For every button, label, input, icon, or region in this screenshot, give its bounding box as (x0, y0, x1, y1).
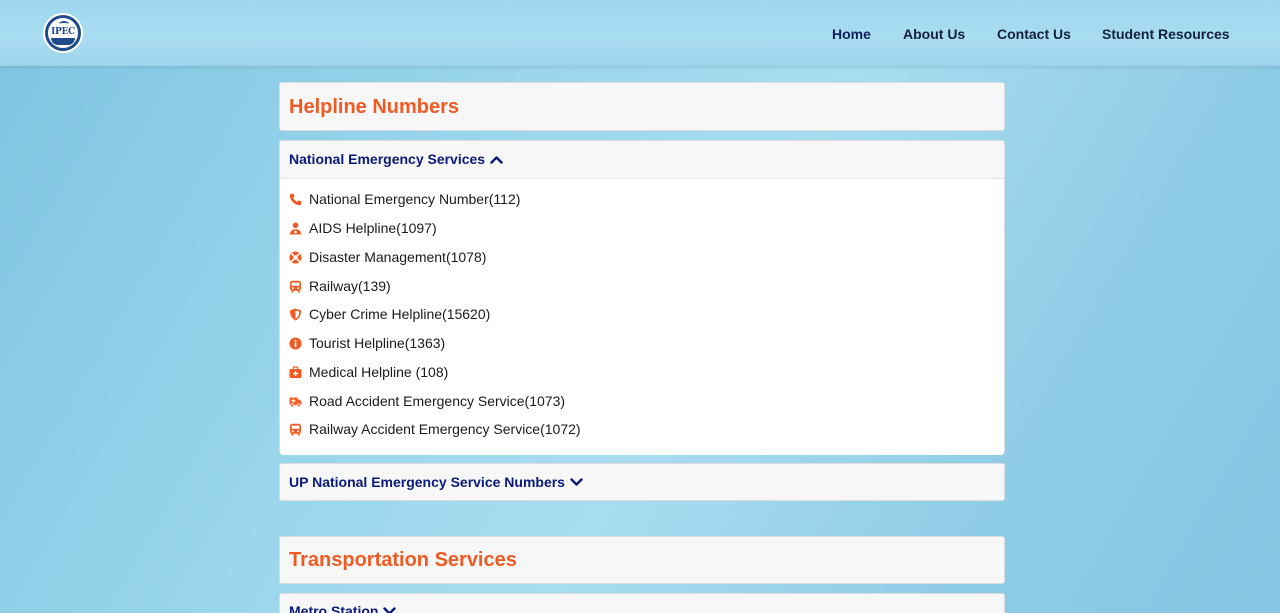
list-item: Road Accident Emergency Service(1073) (289, 393, 565, 413)
train-icon (289, 280, 302, 294)
list-item: Railway(139) (289, 278, 391, 298)
up-emergency-header-label: UP National Emergency Service Numbers (289, 474, 565, 490)
list-item-label: Road Accident Emergency Service(1073) (309, 393, 566, 409)
metro-station-header[interactable]: Metro Station (289, 603, 397, 613)
helpline-section-title: Helpline Numbers (289, 96, 460, 118)
logo-wave-mark (51, 38, 75, 45)
ipec-logo[interactable]: IPEC (43, 13, 83, 53)
chevron-down-icon (570, 474, 583, 490)
logo-text: IPEC (51, 27, 75, 37)
nav-contact-link[interactable]: Contact Us (997, 26, 1071, 42)
nav-student-resources-link[interactable]: Student Resources (1102, 26, 1230, 42)
list-item: AIDS Helpline(1097) (289, 220, 437, 240)
metro-station-header-label: Metro Station (289, 603, 379, 613)
up-emergency-header[interactable]: UP National Emergency Service Numbers (289, 474, 583, 490)
national-emergency-header-label: National Emergency Services (289, 151, 486, 167)
medical-kit-icon (289, 366, 302, 379)
list-item: Medical Helpline (108) (289, 364, 448, 384)
list-item-label: Disaster Management(1078) (309, 249, 487, 265)
list-item: National Emergency Number(112) (289, 191, 520, 211)
list-item-label: Medical Helpline (108) (309, 364, 449, 380)
list-item: Railway Accident Emergency Service(1072) (289, 421, 581, 441)
list-item-label: Tourist Helpline(1363) (309, 335, 446, 351)
list-item-label: Railway(139) (309, 278, 391, 294)
shield-icon (289, 308, 302, 321)
train-icon (289, 423, 302, 437)
top-navbar: IPEC Home About Us Contact Us Student Re… (0, 0, 1280, 66)
list-item: Tourist Helpline(1363) (289, 335, 445, 355)
list-item-label: Cyber Crime Helpline(15620) (309, 306, 491, 322)
helpline-title-card: Helpline Numbers (279, 82, 1005, 131)
chevron-down-icon (383, 603, 397, 613)
life-ring-icon (289, 251, 302, 264)
national-emergency-list: National Emergency Number(112) AIDS Help… (280, 178, 1004, 455)
nav-about-link[interactable]: About Us (903, 26, 965, 42)
national-emergency-accordion: National Emergency Services National Eme… (279, 140, 1005, 455)
transport-section-title: Transportation Services (289, 549, 517, 571)
list-item: Disaster Management(1078) (289, 249, 486, 269)
list-item-label: Railway Accident Emergency Service(1072) (309, 421, 581, 437)
ambulance-icon (289, 395, 302, 408)
user-doctor-icon (289, 222, 302, 235)
phone-icon (289, 193, 302, 206)
info-icon (289, 337, 302, 350)
list-item: Cyber Crime Helpline(15620) (289, 306, 490, 326)
list-item-label: National Emergency Number(112) (309, 191, 521, 207)
metro-station-accordion: Metro Station (279, 593, 1005, 613)
national-emergency-header[interactable]: National Emergency Services (289, 151, 503, 167)
nav-home-link[interactable]: Home (832, 26, 871, 42)
list-item-label: AIDS Helpline(1097) (309, 220, 437, 236)
transport-title-card: Transportation Services (279, 536, 1005, 584)
up-emergency-accordion: UP National Emergency Service Numbers (279, 463, 1005, 501)
chevron-up-icon (490, 151, 503, 167)
